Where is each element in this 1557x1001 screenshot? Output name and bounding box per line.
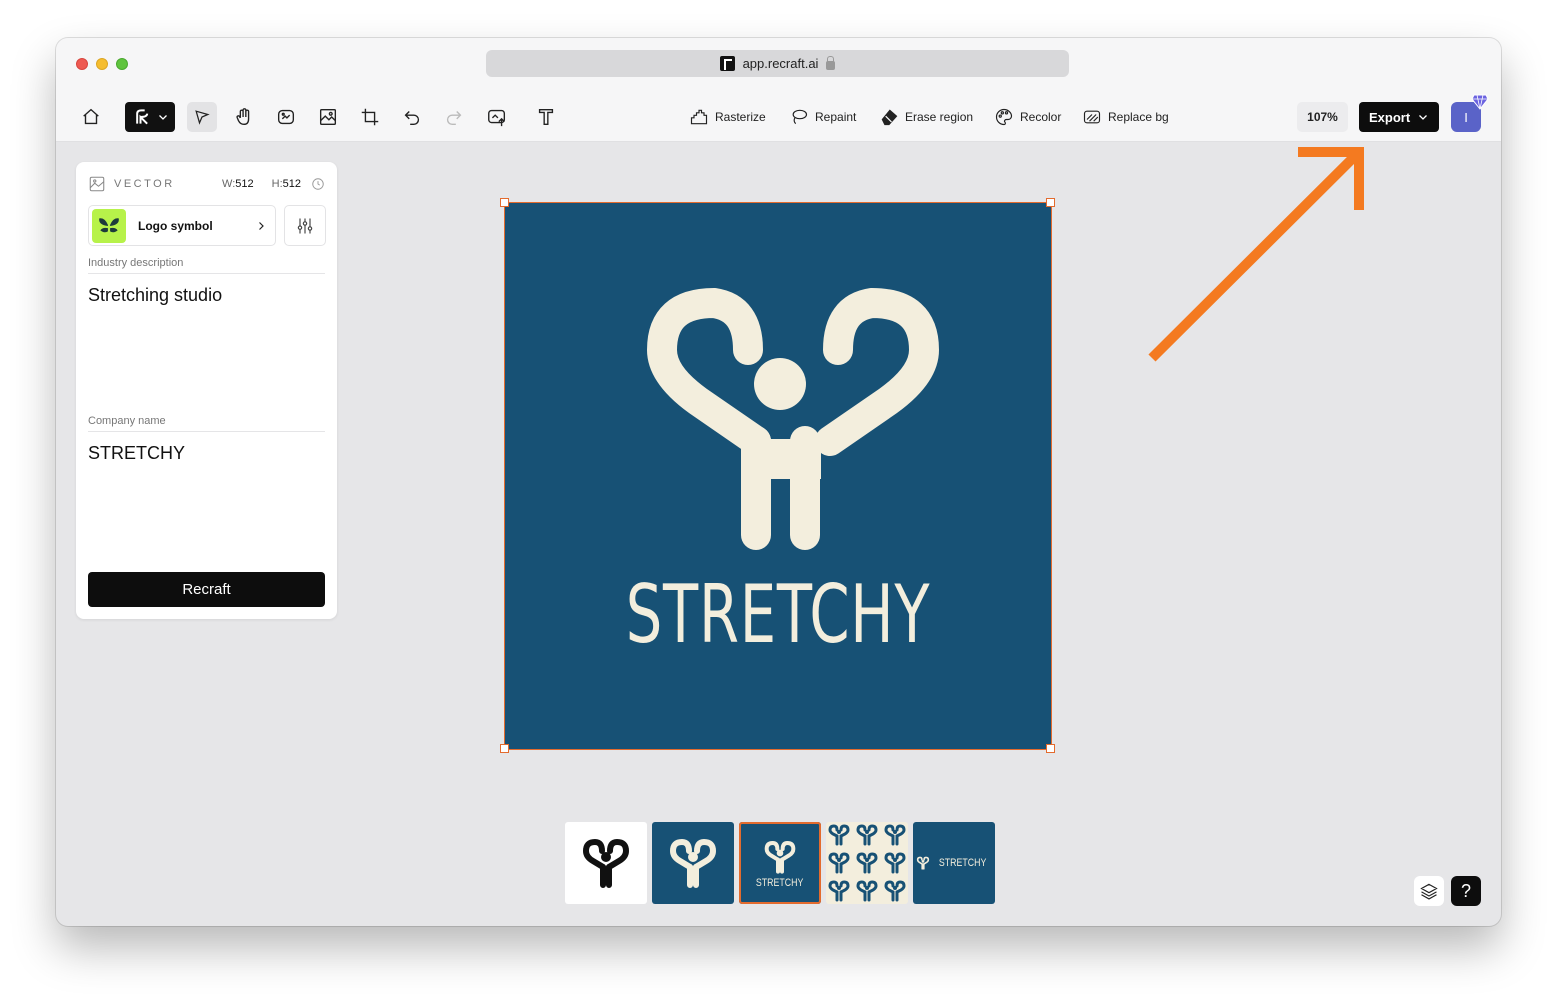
home-icon[interactable]	[76, 102, 106, 132]
logo-black-icon	[582, 838, 630, 888]
height-readout[interactable]: H:512	[272, 178, 301, 190]
repaint-button[interactable]: Repaint	[789, 106, 856, 128]
logo-wordmark: STRETCHY	[625, 568, 931, 661]
height-label: H:	[271, 178, 283, 190]
style-name: Logo symbol	[138, 218, 213, 233]
plant-icon	[92, 208, 126, 243]
rasterize-icon	[690, 109, 708, 125]
replace-bg-button[interactable]: Replace bg	[1082, 106, 1169, 128]
rasterize-button[interactable]: Rasterize	[689, 106, 766, 128]
logo-cream-icon	[669, 838, 717, 888]
recolor-label: Recolor	[1020, 110, 1062, 124]
vector-image-icon	[89, 176, 105, 192]
model-selector-button[interactable]	[125, 102, 175, 132]
variation-thumbnail-pattern[interactable]	[826, 822, 908, 904]
logo-pattern-icon	[828, 824, 906, 902]
dimensions: W:512 H:512	[222, 178, 301, 190]
width-label: W:	[222, 178, 236, 190]
settings-button[interactable]	[284, 205, 326, 246]
image-type-label: VECTOR	[114, 178, 175, 190]
repaint-label: Repaint	[815, 110, 857, 124]
address-bar[interactable]: app.recraft.ai	[486, 50, 1069, 77]
recraft-logo-icon	[136, 109, 149, 125]
recraft-button[interactable]: Recraft	[88, 572, 325, 607]
company-input[interactable]: STRETCHY	[88, 443, 185, 464]
logo-cream-icon	[764, 840, 796, 874]
panel-header: VECTOR W:512 H:512	[88, 174, 325, 194]
company-label: Company name	[88, 415, 325, 432]
palette-icon	[995, 108, 1013, 126]
recolor-button[interactable]: Recolor	[994, 106, 1061, 128]
thumbnail-wordmark: STRETCHY	[939, 857, 987, 869]
help-button[interactable]: ?	[1451, 876, 1481, 906]
height-value: 512	[282, 178, 301, 190]
eraser-icon	[881, 109, 898, 126]
crop-icon[interactable]	[355, 102, 385, 132]
minimize-window-button[interactable]	[96, 58, 108, 70]
erase-region-button[interactable]: Erase region	[879, 106, 973, 128]
erase-region-label: Erase region	[905, 110, 974, 124]
cursor-icon	[195, 110, 210, 125]
upload-image-icon[interactable]	[482, 102, 512, 132]
replace-bg-label: Replace bg	[1108, 110, 1169, 124]
redo-icon[interactable]	[439, 102, 469, 132]
replace-bg-icon	[1083, 110, 1101, 124]
toolbar-area: app.recraft.ai Rasterize Repaint Erase r…	[56, 38, 1501, 142]
variation-thumbnail[interactable]	[565, 822, 647, 904]
stretchy-logo-icon	[646, 287, 940, 550]
variation-thumbnail-selected[interactable]: STRETCHY	[739, 822, 821, 904]
variation-thumbnail[interactable]	[652, 822, 734, 904]
resize-handle-top-right[interactable]	[1046, 198, 1055, 207]
chevron-right-icon	[259, 221, 264, 230]
close-window-button[interactable]	[76, 58, 88, 70]
undo-icon[interactable]	[397, 102, 427, 132]
rasterize-label: Rasterize	[715, 110, 766, 124]
history-icon[interactable]	[311, 177, 325, 191]
url-text: app.recraft.ai	[742, 56, 819, 71]
zoom-level[interactable]: 107%	[1297, 102, 1348, 132]
hand-icon[interactable]	[229, 102, 259, 132]
frame-image-icon[interactable]	[313, 102, 343, 132]
industry-input[interactable]: Stretching studio	[88, 285, 222, 306]
maximize-window-button[interactable]	[116, 58, 128, 70]
style-selector[interactable]: Logo symbol	[88, 205, 276, 246]
canvas-image[interactable]: STRETCHY	[504, 202, 1052, 750]
lock-icon	[826, 55, 836, 70]
chevron-down-icon	[1419, 115, 1427, 120]
industry-label: Industry description	[88, 257, 325, 274]
variations-strip: STRETCHY STRETCHY	[565, 822, 995, 904]
browser-window: app.recraft.ai Rasterize Repaint Erase r…	[56, 38, 1501, 926]
annotation-arrow	[1148, 147, 1364, 362]
logo-cream-icon	[917, 856, 930, 870]
layers-button[interactable]	[1414, 876, 1444, 906]
export-label: Export	[1369, 109, 1411, 125]
diamond-icon	[1471, 94, 1489, 110]
lasso-icon	[792, 109, 808, 125]
layers-icon	[1420, 883, 1438, 900]
width-value: 512	[235, 178, 254, 190]
recraft-favicon-icon	[719, 56, 735, 71]
question-mark-icon: ?	[1460, 880, 1471, 901]
select-tool-button[interactable]	[187, 102, 217, 132]
resize-handle-bottom-left[interactable]	[500, 744, 509, 753]
text-tool-icon[interactable]	[531, 102, 561, 132]
resize-handle-top-left[interactable]	[500, 198, 509, 207]
export-button[interactable]: Export	[1359, 102, 1439, 132]
ai-image-icon[interactable]	[271, 102, 301, 132]
thumbnail-wordmark: STRETCHY	[756, 877, 804, 889]
properties-panel: VECTOR W:512 H:512 Logo symbol Industry …	[76, 162, 337, 619]
sliders-icon	[297, 218, 313, 233]
chevron-down-icon	[159, 115, 167, 120]
resize-handle-bottom-right[interactable]	[1046, 744, 1055, 753]
variation-thumbnail[interactable]: STRETCHY	[913, 822, 995, 904]
width-readout[interactable]: W:512	[222, 178, 254, 190]
